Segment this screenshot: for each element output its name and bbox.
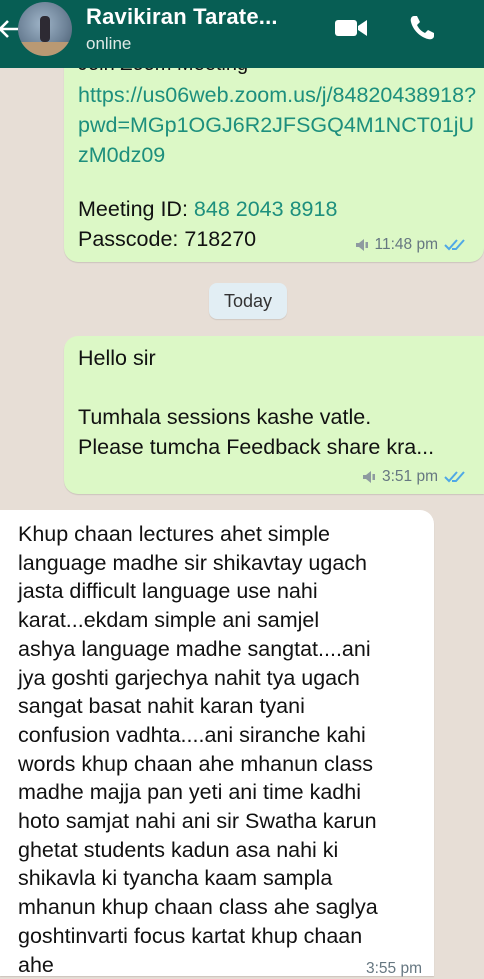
message-text-body: Tumhala sessions kashe vatle. Please tum…: [78, 405, 435, 459]
voice-call-icon[interactable]: [408, 14, 436, 42]
message-meta: 11:48 pm: [355, 236, 470, 254]
message-bubble-outgoing[interactable]: Hello sir Tumhala sessions kashe vatle. …: [64, 336, 484, 494]
meeting-id-number[interactable]: 848 2043 8918: [194, 197, 337, 221]
meeting-link[interactable]: https://us06web.zoom.us/j/84820438918?pw…: [78, 80, 478, 170]
message-text-greeting: Hello sir: [78, 346, 156, 370]
speaker-icon: [362, 471, 375, 483]
message-bubble-zoom-invite[interactable]: Join Zoom Meeting https://us06web.zoom.u…: [64, 40, 484, 262]
meeting-id: Meeting ID: 848 2043 8918: [78, 197, 337, 222]
speaker-icon: [355, 239, 368, 251]
date-separator: Today: [209, 283, 287, 319]
contact-name[interactable]: Ravikiran Tarate...: [86, 4, 278, 30]
back-arrow-icon[interactable]: [0, 16, 18, 42]
meeting-id-label: Meeting ID:: [78, 197, 194, 221]
video-call-icon[interactable]: [334, 16, 368, 40]
avatar[interactable]: [18, 2, 72, 56]
message-text: Khup chaan lectures ahet simple language…: [18, 522, 378, 977]
meeting-passcode: Passcode: 718270: [78, 227, 257, 251]
message-meta: 3:55 pm: [366, 960, 422, 978]
contact-status: online: [86, 34, 132, 53]
message-time: 3:55 pm: [365, 960, 422, 977]
read-ticks-icon: [444, 471, 465, 483]
message-time: 11:48 pm: [374, 236, 438, 253]
message-meta: 3:51 pm: [362, 468, 470, 486]
chat-header: Ravikiran Tarate... online: [0, 0, 484, 68]
message-bubble-incoming[interactable]: Khup chaan lectures ahet simple language…: [0, 510, 434, 978]
message-time: 3:51 pm: [381, 468, 438, 485]
read-ticks-icon: [444, 239, 465, 251]
